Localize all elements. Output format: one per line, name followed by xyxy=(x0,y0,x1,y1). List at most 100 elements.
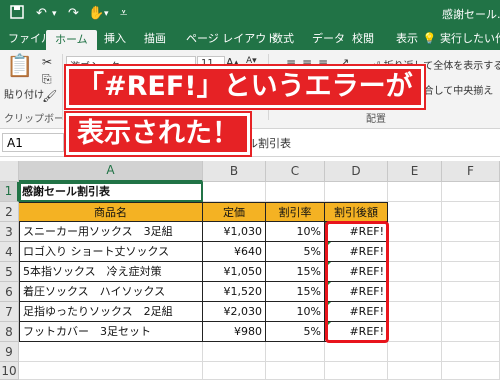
window-title: 感謝セール... xyxy=(442,8,500,21)
header-product-name[interactable]: 商品名 xyxy=(19,202,203,222)
cell-list-price[interactable]: ¥1,520 xyxy=(203,282,266,302)
cell-product-name[interactable]: 足指ゆったりソックス 2足組 xyxy=(19,302,203,322)
row-header-4[interactable]: 4 xyxy=(0,242,19,262)
cell-discount-rate[interactable]: 15% xyxy=(266,282,325,302)
tab-home[interactable]: ホーム xyxy=(46,30,97,50)
format-painter-icon[interactable]: 🖌 xyxy=(42,89,57,103)
cell-f8[interactable] xyxy=(442,322,500,342)
cell-e4[interactable] xyxy=(388,242,442,262)
cell-e9[interactable] xyxy=(388,342,442,362)
cell-e1[interactable] xyxy=(388,182,442,202)
cell-f5[interactable] xyxy=(442,262,500,282)
row-header-3[interactable]: 3 xyxy=(0,222,19,242)
cell-e10[interactable] xyxy=(388,362,442,380)
column-header-C[interactable]: C xyxy=(266,161,325,182)
cell-f2[interactable] xyxy=(442,202,500,222)
paste-button[interactable]: 貼り付け xyxy=(4,86,44,101)
cell-d10[interactable] xyxy=(325,362,388,380)
column-header-D[interactable]: D xyxy=(325,161,388,182)
undo-dropdown-icon[interactable]: ▾ xyxy=(52,5,57,23)
cell-f4[interactable] xyxy=(442,242,500,262)
cell-c10[interactable] xyxy=(266,362,325,380)
cell-discount-rate[interactable]: 5% xyxy=(266,322,325,342)
column-header-E[interactable]: E xyxy=(388,161,442,182)
cell-f9[interactable] xyxy=(442,342,500,362)
cell-e6[interactable] xyxy=(388,282,442,302)
cut-icon[interactable]: ✂ xyxy=(42,55,52,69)
cell-c1[interactable] xyxy=(266,182,325,202)
tab-insert[interactable]: 挿入 xyxy=(104,28,126,50)
cell-d9[interactable] xyxy=(325,342,388,362)
cell-a1-title[interactable]: 感謝セール割引表 xyxy=(19,182,203,202)
cell-e8[interactable] xyxy=(388,322,442,342)
cell-f6[interactable] xyxy=(442,282,500,302)
redo-icon[interactable]: ↷ xyxy=(68,5,79,23)
tab-view[interactable]: 表示 xyxy=(396,28,418,50)
alignment-group-label: 配置 xyxy=(366,114,386,125)
undo-icon[interactable]: ↶ xyxy=(36,5,47,23)
tab-review[interactable]: 校閲 xyxy=(352,28,374,50)
cell-f10[interactable] xyxy=(442,362,500,380)
cell-a10[interactable] xyxy=(19,362,203,380)
header-discounted-price[interactable]: 割引後額 xyxy=(325,202,388,222)
cell-a9[interactable] xyxy=(19,342,203,362)
customize-qat-icon[interactable]: ⩡ xyxy=(120,5,127,23)
cell-product-name[interactable]: スニーカー用ソックス 3足組 xyxy=(19,222,203,242)
name-box[interactable]: A1 xyxy=(2,133,64,152)
tab-formulas[interactable]: 数式 xyxy=(272,28,294,50)
row-header-10[interactable]: 10 xyxy=(0,362,19,380)
cell-b10[interactable] xyxy=(203,362,266,380)
cell-product-name[interactable]: ロゴ入り ショート丈ソックス xyxy=(19,242,203,262)
tab-data[interactable]: データ xyxy=(312,28,345,50)
header-discount-rate[interactable]: 割引率 xyxy=(266,202,325,222)
ribbon-separator xyxy=(62,54,63,120)
cell-b9[interactable] xyxy=(203,342,266,362)
cell-product-name[interactable]: 着圧ソックス ハイソックス xyxy=(19,282,203,302)
cell-list-price[interactable]: ¥640 xyxy=(203,242,266,262)
row-header-6[interactable]: 6 xyxy=(0,282,19,302)
ribbon-tabs: ファイル ホーム 挿入 描画 ページ レイアウト 数式 データ 校閲 表示 💡 … xyxy=(0,28,500,50)
cell-list-price[interactable]: ¥980 xyxy=(203,322,266,342)
title-bar: ↶ ▾ ↷ ✋ ▾ ⩡ 感謝セール... xyxy=(0,0,500,28)
tab-page-layout[interactable]: ページ レイアウト xyxy=(186,28,277,50)
select-all-corner[interactable] xyxy=(0,161,19,182)
touch-mode-icon[interactable]: ✋ xyxy=(88,5,104,23)
cell-c9[interactable] xyxy=(266,342,325,362)
cell-list-price[interactable]: ¥2,030 xyxy=(203,302,266,322)
cell-d1[interactable] xyxy=(325,182,388,202)
cell-e7[interactable] xyxy=(388,302,442,322)
row-header-1[interactable]: 1 xyxy=(0,182,19,202)
column-header-A[interactable]: A xyxy=(19,161,203,182)
cell-f3[interactable] xyxy=(442,222,500,242)
row-header-2[interactable]: 2 xyxy=(0,202,19,222)
tab-draw[interactable]: 描画 xyxy=(144,28,166,50)
cell-b1[interactable] xyxy=(203,182,266,202)
cell-e3[interactable] xyxy=(388,222,442,242)
touch-dropdown-icon[interactable]: ▾ xyxy=(104,5,109,23)
cell-discount-rate[interactable]: 10% xyxy=(266,302,325,322)
paste-icon[interactable]: 📋 xyxy=(6,54,33,79)
error-highlight-box xyxy=(325,221,389,343)
column-header-B[interactable]: B xyxy=(203,161,266,182)
row-header-9[interactable]: 9 xyxy=(0,342,19,362)
cell-f1[interactable] xyxy=(442,182,500,202)
cell-e2[interactable] xyxy=(388,202,442,222)
copy-icon[interactable]: ⎘ xyxy=(42,72,52,87)
row-header-8[interactable]: 8 xyxy=(0,322,19,342)
cell-discount-rate[interactable]: 15% xyxy=(266,262,325,282)
cell-list-price[interactable]: ¥1,050 xyxy=(203,262,266,282)
column-header-F[interactable]: F xyxy=(442,161,500,182)
cell-discount-rate[interactable]: 5% xyxy=(266,242,325,262)
cell-f7[interactable] xyxy=(442,302,500,322)
save-icon[interactable] xyxy=(10,5,24,25)
tell-me-box[interactable]: 💡 実行したい作 xyxy=(423,28,500,50)
cell-product-name[interactable]: フットカバー 3足セット xyxy=(19,322,203,342)
header-list-price[interactable]: 定価 xyxy=(203,202,266,222)
row-header-5[interactable]: 5 xyxy=(0,262,19,282)
cell-discount-rate[interactable]: 10% xyxy=(266,222,325,242)
row-header-7[interactable]: 7 xyxy=(0,302,19,322)
cell-list-price[interactable]: ¥1,030 xyxy=(203,222,266,242)
decrease-font-icon[interactable]: A▾ xyxy=(246,56,257,66)
cell-product-name[interactable]: 5本指ソックス 冷え症対策 xyxy=(19,262,203,282)
cell-e5[interactable] xyxy=(388,262,442,282)
